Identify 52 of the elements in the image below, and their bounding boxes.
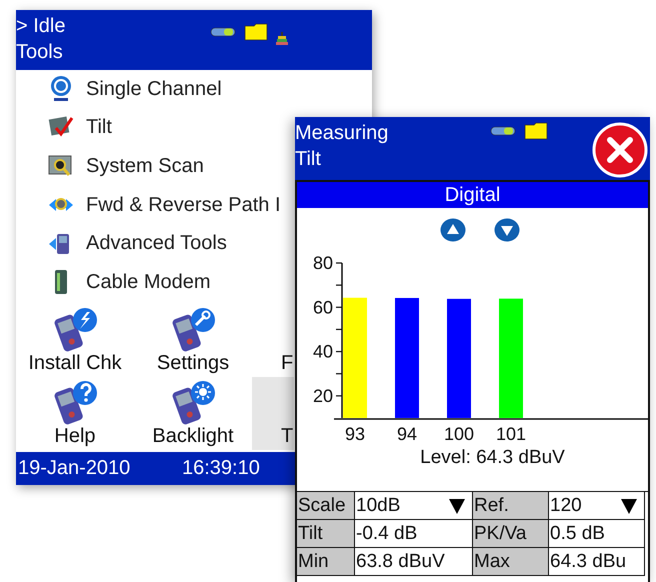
axis-tick-label: 60 xyxy=(312,297,333,318)
dropdown[interactable]: 120 xyxy=(549,492,645,520)
field-label: Min xyxy=(297,548,355,576)
category-label: 93 xyxy=(344,424,366,443)
dropdown[interactable]: 10dB xyxy=(355,492,473,520)
field-label: Max xyxy=(473,548,549,576)
tool-tile[interactable]: F xyxy=(252,304,294,377)
tool-tile[interactable]: Settings xyxy=(134,304,252,377)
disc-icon xyxy=(48,75,74,104)
window-title: Tools xyxy=(16,40,63,65)
battery-icon xyxy=(490,126,516,136)
level-reading: Level: 64.3 dBuV xyxy=(420,446,565,470)
menu-item[interactable]: Advanced Tools xyxy=(16,224,227,263)
menu-item[interactable]: Fwd & Reverse Path I xyxy=(16,186,281,224)
scroll-up-button[interactable] xyxy=(440,218,466,242)
folder-icon xyxy=(524,122,548,140)
tool-tile[interactable]: Install Chk xyxy=(16,304,134,377)
time-label: 16:39:10 xyxy=(182,457,260,480)
tool-tile[interactable]: T xyxy=(252,376,294,450)
category-label: 94 xyxy=(396,424,418,443)
axis-tick-label: 20 xyxy=(312,386,333,406)
date-label: 19-Jan-2010 xyxy=(17,457,132,480)
field-value: 0.5 dB xyxy=(549,520,645,548)
folder-icon xyxy=(244,22,268,40)
stack-icon xyxy=(276,32,288,45)
field-value: 64.3 dBu xyxy=(549,548,645,576)
battery-icon xyxy=(210,26,236,36)
scroll-down-button[interactable] xyxy=(494,218,520,242)
field-label: Tilt xyxy=(297,520,355,548)
window-title: Measuring xyxy=(295,121,388,146)
category-label: 100 xyxy=(444,424,474,443)
close-button[interactable] xyxy=(592,122,648,178)
axis-tick-label: 40 xyxy=(312,342,333,362)
axis-tick-label: 80 xyxy=(312,253,333,273)
window-title: Tilt xyxy=(295,147,321,172)
tool-tile[interactable]: Help xyxy=(16,376,134,450)
close-icon xyxy=(592,122,648,178)
panel-title: Digital xyxy=(297,182,648,208)
field-value: 63.8 dBuV xyxy=(355,548,473,576)
menu-item[interactable]: System Scan xyxy=(16,147,204,186)
menu-item[interactable]: Cable Modem xyxy=(16,262,211,302)
caret-icon xyxy=(620,496,638,514)
menu-item[interactable]: Tilt xyxy=(16,108,112,148)
tool-tile[interactable]: Backlight xyxy=(134,376,252,450)
field-label: Scale xyxy=(297,492,355,520)
field-label: Ref. xyxy=(473,492,549,520)
menu-item[interactable]: Single Channel xyxy=(16,70,222,109)
category-label: 101 xyxy=(496,424,526,443)
caret-icon xyxy=(448,496,466,514)
field-value: -0.4 dB xyxy=(355,520,473,548)
field-label: PK/Va xyxy=(473,520,549,548)
window-title: > Idle xyxy=(16,14,66,39)
